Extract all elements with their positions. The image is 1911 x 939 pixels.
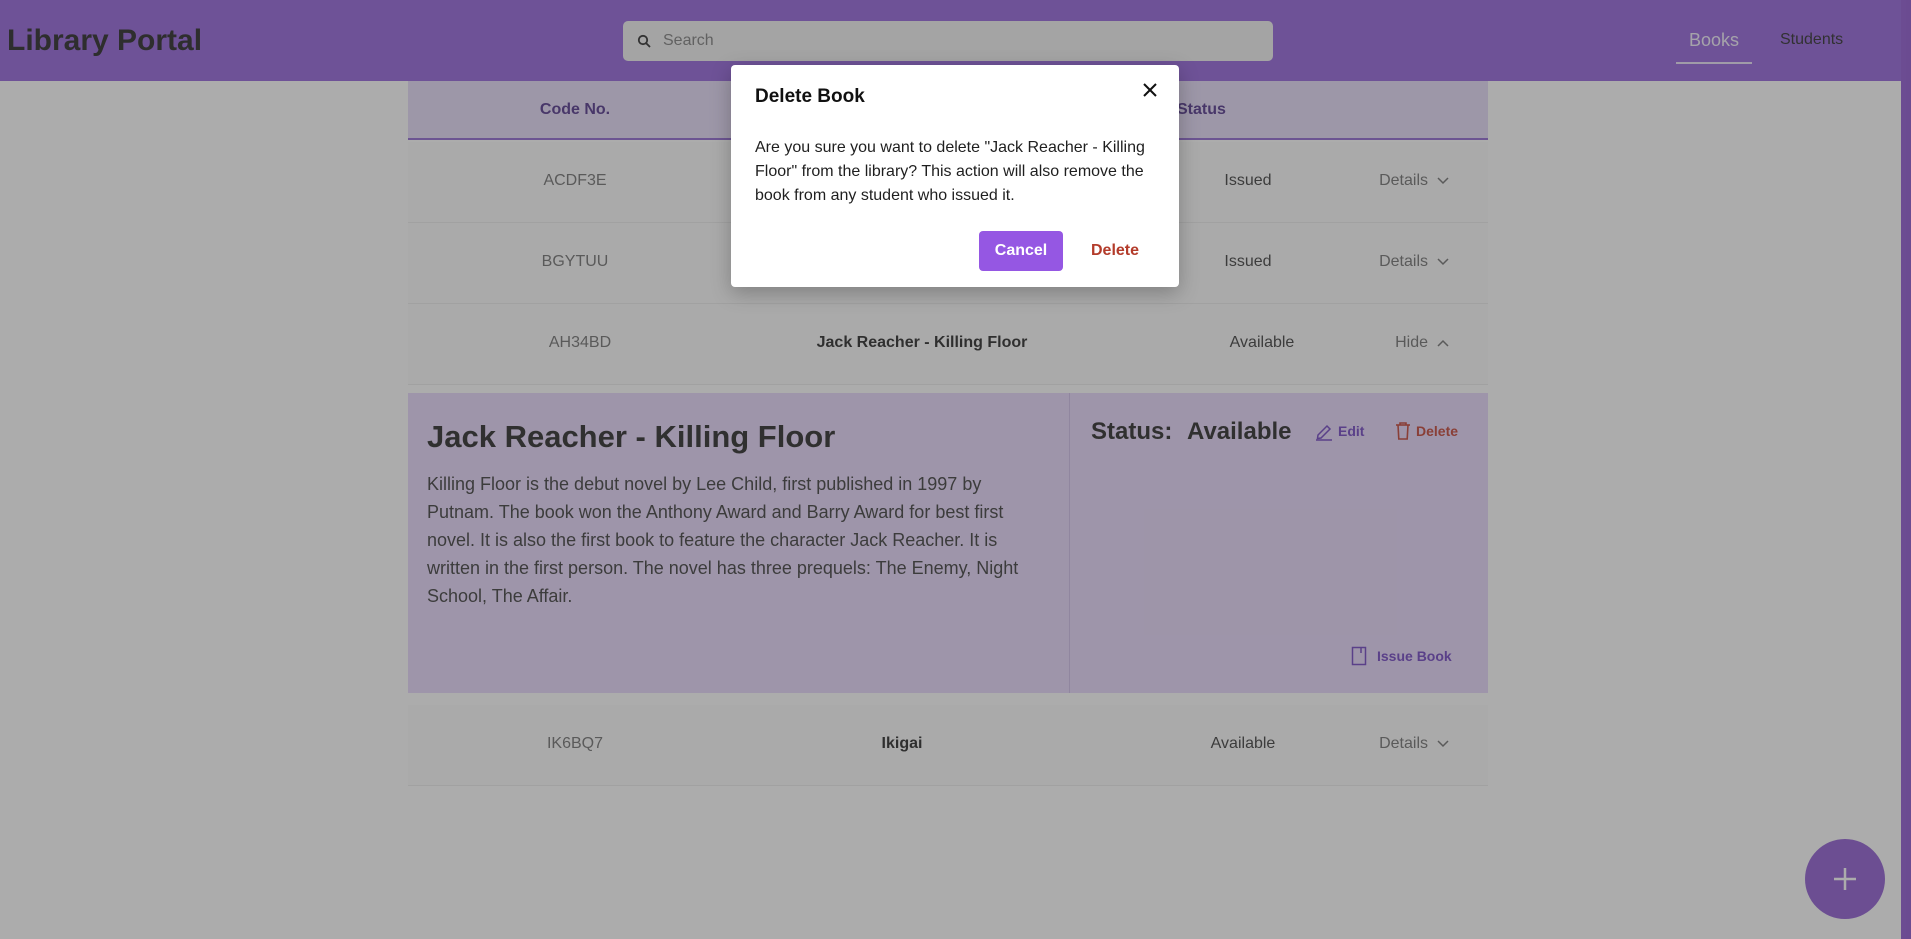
cancel-button[interactable]: Cancel [979, 231, 1063, 271]
dialog-message: Are you sure you want to delete "Jack Re… [755, 139, 1145, 204]
delete-book-dialog: Delete Book Are you sure you want to del… [731, 65, 1179, 287]
dialog-title: Delete Book [755, 86, 865, 107]
close-icon[interactable] [1141, 81, 1159, 99]
confirm-delete-button[interactable]: Delete [1075, 231, 1155, 271]
